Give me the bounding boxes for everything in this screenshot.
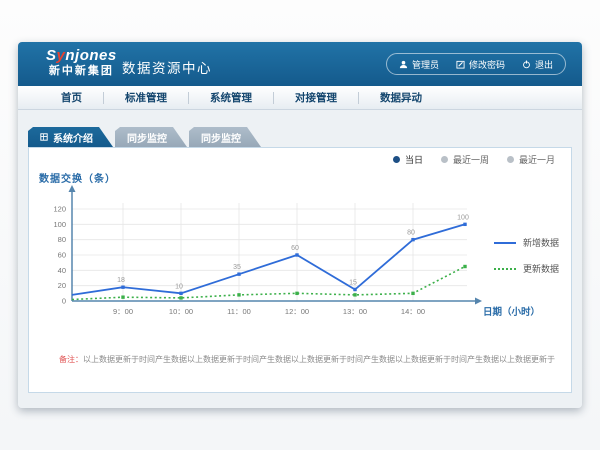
company-logo: Synjones 新中新集团 (46, 48, 117, 77)
app-window: Synjones 新中新集团 数据资源中心 管理员 修改密码 退出 首页 标准管… (18, 42, 582, 408)
svg-text:120: 120 (53, 205, 66, 214)
tab-sync-monitor-1[interactable]: 同步监控 (115, 127, 187, 147)
logo-wordmark: Synjones (46, 48, 117, 65)
radio-last-week[interactable]: 最近一周 (441, 153, 489, 166)
svg-text:20: 20 (58, 281, 66, 290)
legend-item-updated-data: 更新数据 (494, 262, 559, 275)
radio-label: 当日 (405, 153, 423, 166)
footnote-prefix: 备注： (59, 355, 83, 364)
app-header: Synjones 新中新集团 数据资源中心 管理员 修改密码 退出 (18, 42, 582, 86)
user-menu-admin[interactable]: 管理员 (399, 58, 439, 71)
radio-label: 最近一月 (519, 153, 555, 166)
footnote-text: 以上数据更新于时间产生数据以上数据更新于时间产生数据以上数据更新于时间产生数据以… (83, 355, 555, 364)
logo-subtitle: 新中新集团 (46, 65, 117, 77)
user-icon (399, 60, 408, 69)
svg-text:18: 18 (117, 277, 125, 284)
logo-text: S (46, 47, 57, 64)
svg-text:60: 60 (58, 251, 66, 260)
user-menu-label: 管理员 (412, 58, 439, 71)
tab-label: 同步监控 (201, 130, 241, 145)
nav-item-interface-mgmt[interactable]: 对接管理 (274, 90, 358, 105)
svg-text:10：00: 10：00 (169, 307, 193, 316)
svg-text:80: 80 (58, 235, 66, 244)
logo-text: njones (65, 47, 116, 64)
svg-text:80: 80 (407, 230, 415, 237)
logout-button[interactable]: 退出 (522, 58, 553, 71)
tab-system-intro[interactable]: 系统介绍 (28, 127, 113, 147)
svg-text:100: 100 (457, 214, 469, 221)
main-nav: 首页 标准管理 系统管理 对接管理 数据异动 (18, 86, 582, 110)
chart-legend: 新增数据 更新数据 (494, 236, 559, 275)
legend-label: 更新数据 (523, 262, 559, 275)
svg-text:0: 0 (62, 297, 66, 306)
radio-dot-icon (507, 156, 514, 163)
page-title: 数据资源中心 (122, 57, 212, 77)
svg-text:10: 10 (175, 283, 183, 290)
tab-bar: 系统介绍 同步监控 同步监控 (28, 127, 263, 147)
chart-panel: 当日 最近一周 最近一月 数据交换（条） 0204060801001209：00… (28, 147, 572, 393)
range-filter-group: 当日 最近一周 最近一月 (393, 153, 555, 166)
svg-text:日期（小时）: 日期（小时） (483, 306, 540, 318)
svg-text:100: 100 (53, 220, 66, 229)
content-area: 系统介绍 同步监控 同步监控 当日 最近一周 (18, 110, 582, 408)
svg-text:40: 40 (58, 266, 66, 275)
radio-label: 最近一周 (453, 153, 489, 166)
tab-label: 系统介绍 (53, 130, 93, 145)
dotted-line-icon (494, 268, 516, 270)
nav-item-home[interactable]: 首页 (40, 90, 103, 105)
edit-icon (456, 60, 465, 69)
line-chart: 0 20 40 60 80 100 120 9：00 10：00 11：00 12：00 13：00 1… (29, 182, 571, 334)
tab-sync-monitor-2[interactable]: 同步监控 (189, 127, 261, 147)
power-icon (522, 60, 531, 69)
nav-item-system-mgmt[interactable]: 系统管理 (189, 90, 273, 105)
solid-line-icon (494, 242, 516, 244)
svg-text:15: 15 (349, 280, 357, 287)
radio-today[interactable]: 当日 (393, 153, 423, 166)
svg-text:13：00: 13：00 (343, 307, 367, 316)
user-menu-label: 修改密码 (469, 58, 505, 71)
tab-label: 同步监控 (127, 130, 167, 145)
nav-item-data-change[interactable]: 数据异动 (359, 90, 443, 105)
radio-dot-icon (393, 156, 400, 163)
legend-label: 新增数据 (523, 236, 559, 249)
radio-last-month[interactable]: 最近一月 (507, 153, 555, 166)
svg-text:9：00: 9：00 (113, 307, 133, 316)
legend-item-new-data: 新增数据 (494, 236, 559, 249)
nav-item-standard-mgmt[interactable]: 标准管理 (104, 90, 188, 105)
svg-text:60: 60 (291, 245, 299, 252)
radio-dot-icon (441, 156, 448, 163)
footnote: 备注：以上数据更新于时间产生数据以上数据更新于时间产生数据以上数据更新于时间产生… (59, 354, 555, 365)
svg-text:35: 35 (233, 264, 241, 271)
svg-text:12：00: 12：00 (285, 307, 309, 316)
grid-icon (40, 133, 48, 141)
user-menu: 管理员 修改密码 退出 (386, 53, 566, 75)
change-password-button[interactable]: 修改密码 (456, 58, 505, 71)
svg-text:14：00: 14：00 (401, 307, 425, 316)
svg-text:11：00: 11：00 (227, 307, 251, 316)
user-menu-label: 退出 (535, 58, 553, 71)
